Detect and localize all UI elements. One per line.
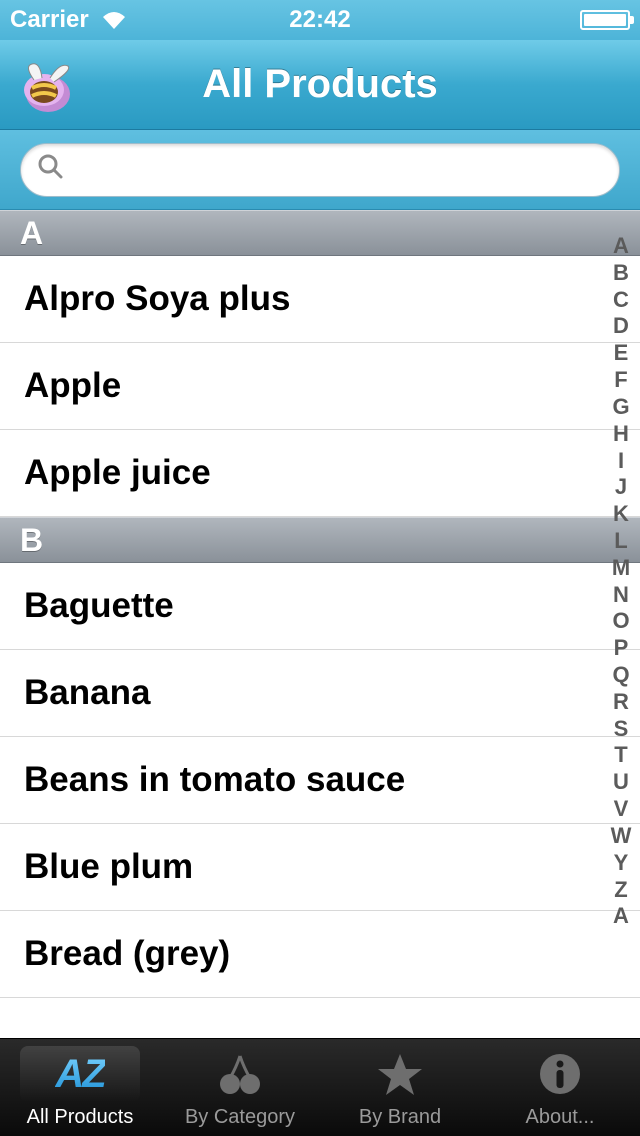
index-letter[interactable]: B xyxy=(613,261,629,286)
index-letter[interactable]: W xyxy=(611,824,632,849)
az-icon: AZ xyxy=(20,1046,140,1102)
index-letter[interactable]: C xyxy=(613,288,629,313)
index-letter[interactable]: V xyxy=(614,797,629,822)
index-letter[interactable]: O xyxy=(612,609,629,634)
tab-label: All Products xyxy=(27,1106,134,1129)
index-letter[interactable]: M xyxy=(612,556,630,581)
info-icon xyxy=(500,1046,620,1102)
battery-icon xyxy=(580,10,630,30)
index-letter[interactable]: N xyxy=(613,583,629,608)
index-letter[interactable]: A xyxy=(613,904,629,929)
index-letter[interactable]: Z xyxy=(614,878,627,903)
clock-label: 22:42 xyxy=(289,6,350,34)
tab-all-products[interactable]: AZ All Products xyxy=(0,1039,160,1136)
search-field[interactable] xyxy=(20,143,620,197)
index-letter[interactable]: R xyxy=(613,690,629,715)
index-letter[interactable]: G xyxy=(612,395,629,420)
list-item[interactable]: Apple juice xyxy=(0,430,640,517)
wifi-icon xyxy=(99,9,129,31)
tab-about-[interactable]: About... xyxy=(480,1039,640,1136)
index-letter[interactable]: P xyxy=(614,636,629,661)
tab-by-brand[interactable]: By Brand xyxy=(320,1039,480,1136)
search-input[interactable] xyxy=(73,154,603,185)
index-letter[interactable]: K xyxy=(613,502,629,527)
list-item[interactable]: Banana xyxy=(0,650,640,737)
tab-bar: AZ All Products By Category By Brand About..… xyxy=(0,1038,640,1136)
carrier-label: Carrier xyxy=(10,6,89,34)
tab-label: About... xyxy=(526,1106,595,1129)
index-letter[interactable]: Y xyxy=(614,851,629,876)
cherries-icon xyxy=(180,1046,300,1102)
nav-header: All Products xyxy=(0,40,640,130)
section-header: B xyxy=(0,517,640,563)
index-letter[interactable]: D xyxy=(613,314,629,339)
index-letter[interactable]: A xyxy=(613,234,629,259)
index-letter[interactable]: F xyxy=(614,368,627,393)
index-letter[interactable]: H xyxy=(613,422,629,447)
search-bar xyxy=(0,130,640,210)
index-letter[interactable]: E xyxy=(614,341,629,366)
list-item[interactable]: Bread (grey) xyxy=(0,911,640,998)
product-list[interactable]: AAlpro Soya plusAppleApple juiceBBaguett… xyxy=(0,210,640,1038)
list-item[interactable]: Beans in tomato sauce xyxy=(0,737,640,824)
section-header: A xyxy=(0,210,640,256)
app-logo-icon xyxy=(14,54,78,118)
list-item[interactable]: Alpro Soya plus xyxy=(0,256,640,343)
tab-label: By Category xyxy=(185,1106,295,1129)
index-letter[interactable]: I xyxy=(618,449,624,474)
status-bar: Carrier 22:42 xyxy=(0,0,640,40)
list-item[interactable]: Blue plum xyxy=(0,824,640,911)
star-icon xyxy=(340,1046,460,1102)
index-letter[interactable]: J xyxy=(615,475,627,500)
index-letter[interactable]: Q xyxy=(612,663,629,688)
index-letter[interactable]: T xyxy=(614,743,627,768)
index-letter[interactable]: L xyxy=(614,529,627,554)
tab-label: By Brand xyxy=(359,1106,441,1129)
list-item[interactable]: Baguette xyxy=(0,563,640,650)
search-icon xyxy=(37,153,63,186)
alpha-index[interactable]: ABCDEFGHIJKLMNOPQRSTUVWYZA xyxy=(606,234,636,1028)
page-title: All Products xyxy=(202,62,438,107)
list-item[interactable]: Apple xyxy=(0,343,640,430)
index-letter[interactable]: S xyxy=(614,717,629,742)
index-letter[interactable]: U xyxy=(613,770,629,795)
tab-by-category[interactable]: By Category xyxy=(160,1039,320,1136)
